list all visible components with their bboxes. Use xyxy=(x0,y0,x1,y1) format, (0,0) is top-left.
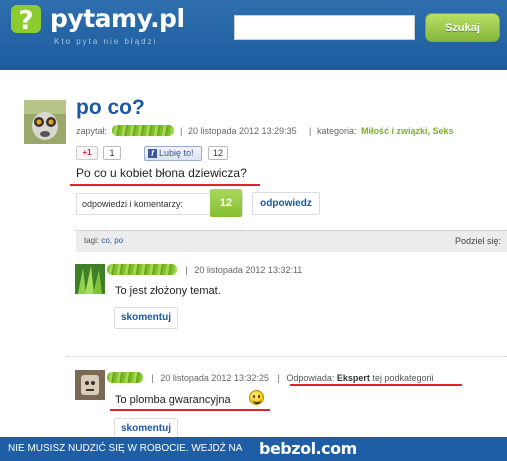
tags-bar: tagi: co, po Podziel się: xyxy=(76,230,507,252)
question-date: 20 listopada 2012 13:29:35 xyxy=(188,126,297,136)
site-header: ? pytamy.pl Kto pyta nie błądzi Szukaj xyxy=(0,0,507,70)
author-name-blurred[interactable] xyxy=(107,264,177,275)
svg-text:?: ? xyxy=(18,6,33,36)
facebook-like-button[interactable]: f Lubię to! xyxy=(144,146,202,161)
separator: | xyxy=(277,373,280,383)
answer-date: 20 listopada 2012 13:32:11 xyxy=(194,265,303,275)
question-avatar[interactable] xyxy=(24,100,66,144)
gplus-count: 1 xyxy=(103,146,121,160)
comment-button[interactable]: skomentuj xyxy=(114,307,178,329)
answer-body: To jest złożony temat. xyxy=(115,285,221,297)
site-logo[interactable]: pytamy.pl xyxy=(50,4,185,33)
answer-body: To plomba gwarancyjna xyxy=(115,394,231,406)
tags-links[interactable]: co, po xyxy=(101,236,123,245)
red-underline xyxy=(70,184,260,186)
smiley-icon xyxy=(249,390,264,405)
answers-count-badge[interactable]: 12 xyxy=(210,189,242,217)
answer-meta: | 20 listopada 2012 13:32:11 xyxy=(107,264,302,275)
author-name-blurred[interactable] xyxy=(112,125,174,138)
bottom-banner: NIE MUSISZ NUDZIĆ SIĘ W ROBOCIE. WEJDŹ N… xyxy=(0,437,507,461)
question-body: Po co u kobiet błona dziewicza? xyxy=(76,166,247,180)
banner-brand-link[interactable]: bebzol.com xyxy=(259,437,357,461)
answer-avatar[interactable] xyxy=(75,370,105,400)
logo-question-icon[interactable]: ? xyxy=(10,2,46,36)
banner-text: NIE MUSISZ NUDZIĆ SIĘ W ROBOCIE. WEJDŹ N… xyxy=(8,443,243,454)
category-link[interactable]: Miłość i związki, Seks xyxy=(361,126,454,136)
answer-date: 20 listopada 2012 13:32:25 xyxy=(160,373,269,383)
answer-button[interactable]: odpowiedz xyxy=(252,192,320,215)
red-underline xyxy=(110,409,270,411)
search-button[interactable]: Szukaj xyxy=(425,13,500,42)
share-label: Podziel się: xyxy=(454,236,501,246)
expert-label: Odpowiada: Ekspert tej podkategorii xyxy=(286,373,434,383)
separator: | xyxy=(151,373,154,383)
answer-meta: | 20 listopada 2012 13:32:25 | Odpowiada… xyxy=(107,372,434,383)
answer-avatar[interactable] xyxy=(75,264,105,294)
author-name-blurred[interactable] xyxy=(107,372,143,383)
search-input[interactable] xyxy=(234,15,415,40)
question-meta: zapytał: | 20 listopada 2012 13:29:35 | … xyxy=(76,125,506,140)
gplus-button[interactable]: +1 xyxy=(76,146,98,160)
asked-label: zapytał: xyxy=(76,126,108,136)
site-slogan: Kto pyta nie błądzi xyxy=(54,37,158,46)
facebook-icon: f xyxy=(148,149,157,158)
question-title[interactable]: po co? xyxy=(76,96,145,120)
red-underline xyxy=(290,384,462,386)
category-label: kategoria: xyxy=(317,126,357,136)
like-count: 12 xyxy=(208,146,228,160)
separator: | xyxy=(185,265,188,275)
separator: | xyxy=(180,126,183,136)
tags-label: tagi: xyxy=(84,236,100,245)
answer-divider xyxy=(66,356,507,357)
like-label: Lubię to! xyxy=(159,148,194,158)
separator: | xyxy=(309,126,312,136)
